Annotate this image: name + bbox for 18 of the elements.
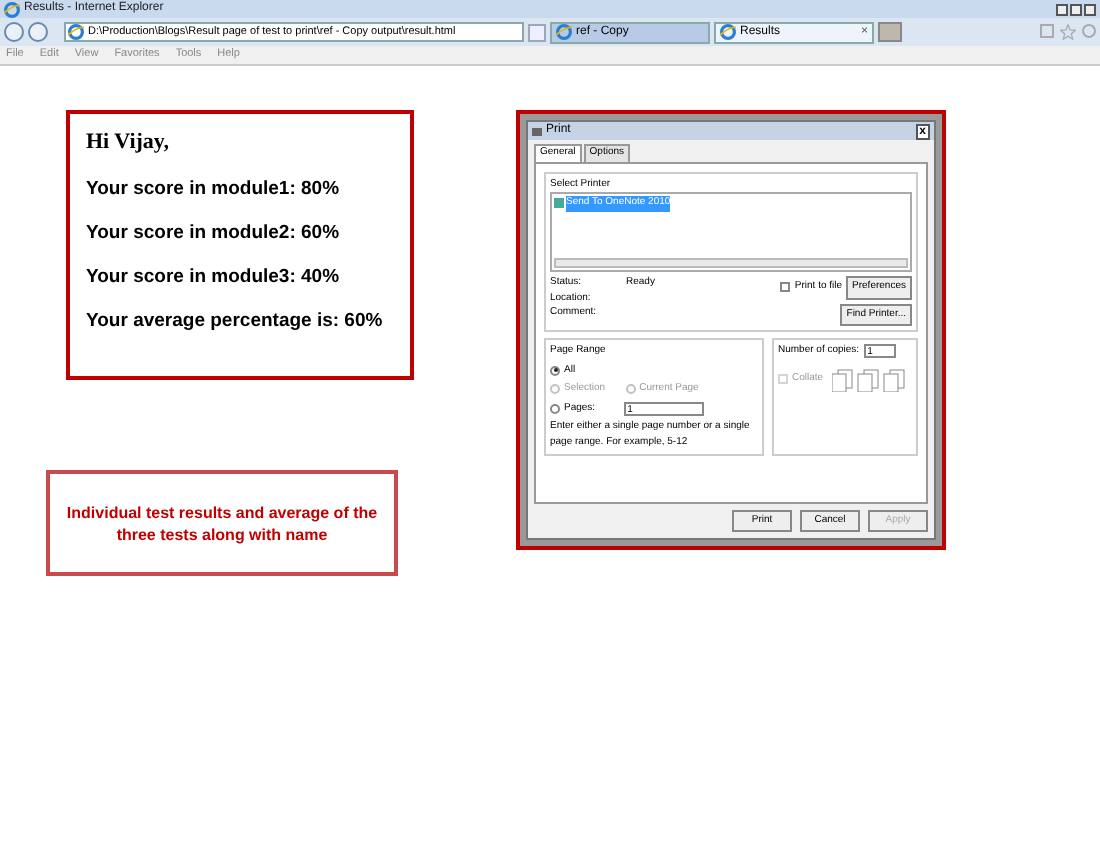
browser-icon (4, 1, 20, 17)
score-line: Your score in module1: 80% (86, 175, 342, 203)
score-line: Your average percentage is: 60% (86, 308, 385, 337)
radio-button[interactable] (550, 365, 560, 376)
forward-icon[interactable] (28, 22, 48, 42)
new-tab-button[interactable] (878, 22, 902, 42)
browser-icon (720, 24, 736, 40)
scrollbar[interactable] (554, 258, 908, 268)
score-line: Your score in module2: 60% (86, 219, 342, 248)
score-line: Your score in module3: 40% (86, 264, 342, 292)
radio-button[interactable] (550, 403, 560, 414)
checkbox[interactable] (780, 282, 791, 293)
greeting: Hi Vijay, (86, 128, 172, 158)
browser-icon (68, 24, 84, 40)
note-box: Individual test results and average of the three tests along with name (46, 470, 398, 576)
star-icon[interactable] (1060, 24, 1076, 40)
back-icon[interactable] (4, 22, 24, 42)
browser-icon (556, 24, 572, 40)
